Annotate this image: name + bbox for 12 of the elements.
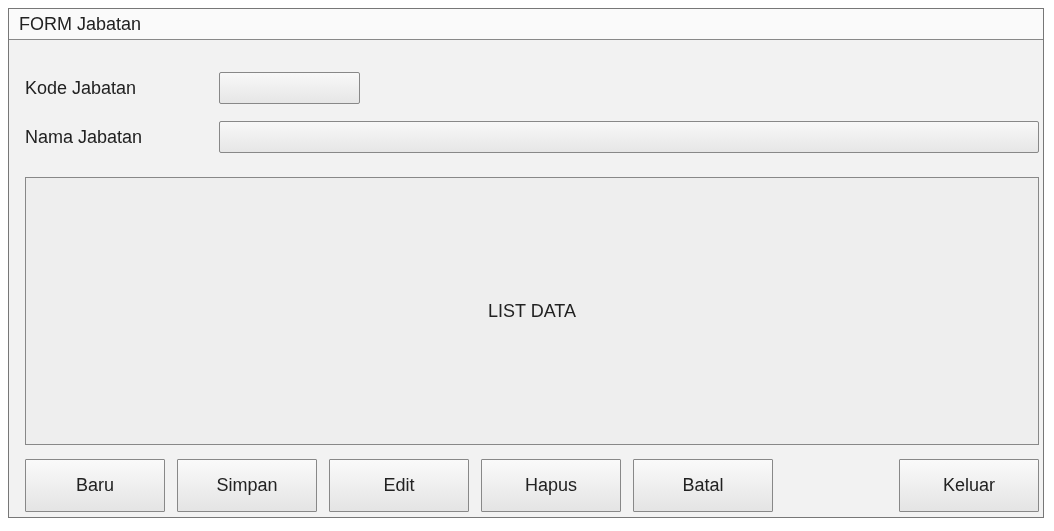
action-button[interactable]: Simpan xyxy=(177,459,317,512)
action-button[interactable]: Batal xyxy=(633,459,773,512)
action-button[interactable]: Edit xyxy=(329,459,469,512)
window-title: FORM Jabatan xyxy=(19,13,142,35)
action-button[interactable]: Hapus xyxy=(481,459,621,512)
action-button[interactable]: Baru xyxy=(25,459,165,512)
text-field[interactable] xyxy=(219,72,360,104)
list-placeholder-text: LIST DATA xyxy=(488,300,576,322)
field-label: Kode Jabatan xyxy=(25,77,138,99)
field-label: Nama Jabatan xyxy=(25,126,144,148)
text-field[interactable] xyxy=(219,121,1039,153)
exit-button[interactable]: Keluar xyxy=(899,459,1039,512)
